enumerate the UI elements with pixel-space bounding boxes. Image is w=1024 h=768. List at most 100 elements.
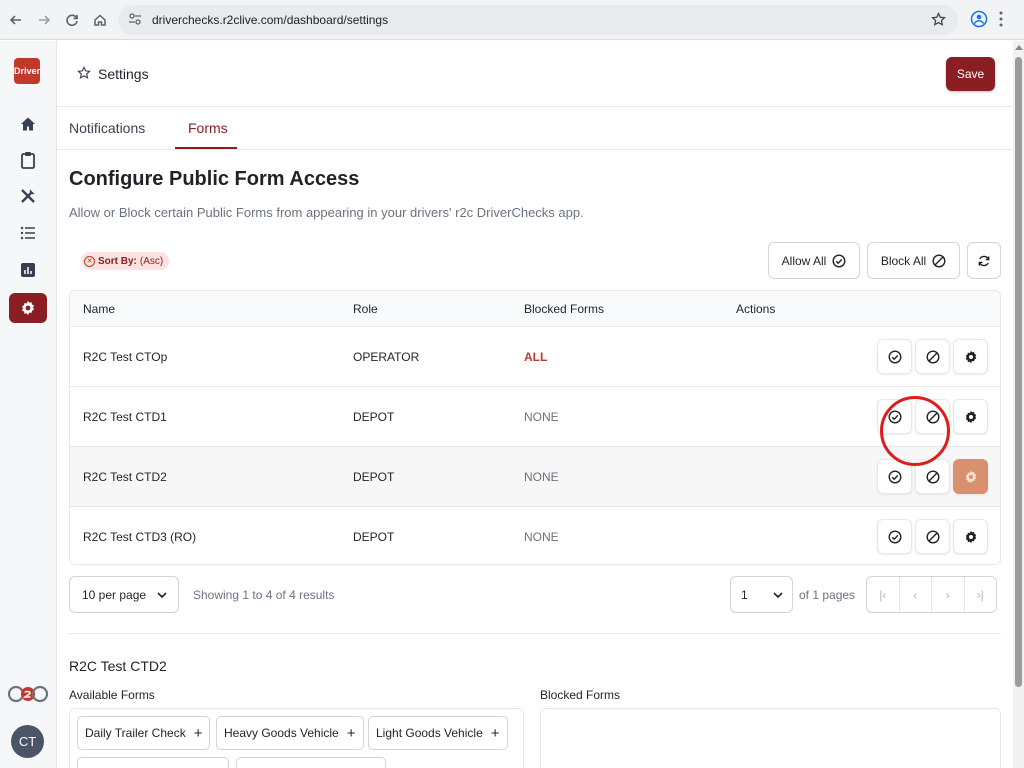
home-page-icon[interactable] [90,10,110,30]
configure-row-button[interactable] [953,519,988,554]
per-page-select[interactable]: 10 per page [69,576,179,613]
sort-value: (Asc) [139,255,164,267]
block-row-button[interactable] [915,399,950,434]
allow-all-button[interactable]: Allow All [768,242,860,279]
gear-icon [22,300,34,316]
column-header-name[interactable]: Name [83,302,115,316]
first-page-icon[interactable]: |‹ [867,577,900,612]
available-forms-label: Available Forms [69,688,155,702]
table-row: R2C Test CTD3 (RO) DEPOT NONE [70,507,1000,564]
block-icon [925,469,940,484]
address-bar[interactable]: driverchecks.r2clive.com/dashboard/setti… [118,5,958,35]
tools-icon [21,189,35,203]
row-name: R2C Test CTD1 [83,410,167,424]
sidebar-item-tools[interactable] [9,181,47,211]
users-table: Name Role Blocked Forms Actions R2C Test… [69,290,1001,565]
next-page-icon[interactable]: › [932,577,965,612]
allow-row-button[interactable] [877,459,912,494]
clear-sort-icon[interactable]: ✕ [84,255,95,267]
sort-label: Sort By: [98,255,137,267]
row-blocked-forms: NONE [524,470,559,484]
row-blocked-forms: NONE [524,530,559,544]
sidebar-item-clipboard[interactable] [9,145,47,175]
scroll-up-icon[interactable] [1015,45,1023,50]
back-icon[interactable] [6,10,26,30]
block-icon [925,529,940,544]
results-summary: Showing 1 to 4 of 4 results [193,588,335,602]
row-blocked-forms: ALL [524,350,548,364]
refresh-button[interactable] [967,242,1001,279]
form-chip-daily-trailer-check[interactable]: Daily Trailer Check + [77,716,211,750]
pager: |‹ ‹ › ›| [866,576,997,613]
plus-icon: + [193,724,203,742]
allow-row-button[interactable] [877,519,912,554]
selected-user-name: R2C Test CTD2 [69,658,167,674]
form-chip-label: Heavy Goods Vehicle [224,726,339,740]
r2c-brand-logo [7,685,49,703]
reload-icon[interactable] [62,10,82,30]
scroll-thumb[interactable] [1015,57,1022,687]
sidebar-item-list[interactable] [9,218,47,248]
form-chip-label: Daily Trailer Check [85,726,186,740]
site-info-icon[interactable] [128,12,142,31]
chevron-down-icon [157,592,167,599]
page-scrollbar[interactable] [1013,41,1024,768]
form-chip-partial[interactable] [236,757,386,768]
avatar-initials: CT [18,734,37,749]
per-page-value: 10 per page [82,587,147,602]
home-icon [21,117,35,131]
section-divider [69,633,1001,634]
block-row-button[interactable] [915,519,950,554]
page-select[interactable]: 1 [730,576,793,613]
form-chip-heavy-goods-vehicle[interactable]: Heavy Goods Vehicle + [216,716,364,750]
block-row-button[interactable] [915,339,950,374]
sidebar-item-settings[interactable] [9,293,47,323]
prev-page-icon[interactable]: ‹ [900,577,932,612]
block-row-button[interactable] [915,459,950,494]
section-description: Allow or Block certain Public Forms from… [69,205,584,220]
block-all-label: Block All [880,253,927,268]
sidebar-item-reports[interactable] [9,255,47,285]
configure-row-button[interactable] [953,339,988,374]
browser-toolbar: driverchecks.r2clive.com/dashboard/setti… [0,0,1024,40]
bookmark-star-icon[interactable] [931,11,946,32]
forward-icon[interactable] [34,10,54,30]
allow-row-button[interactable] [877,399,912,434]
tab-forms[interactable]: Forms [188,120,228,136]
row-role: OPERATOR [353,350,420,364]
plus-icon: + [490,724,500,742]
check-circle-icon [887,409,902,424]
column-header-blocked-forms[interactable]: Blocked Forms [524,302,604,316]
block-all-button[interactable]: Block All [867,242,960,279]
clipboard-icon [21,152,35,169]
tab-notifications[interactable]: Notifications [69,120,145,136]
sidebar: Driver CT [0,41,57,768]
refresh-icon [978,255,990,266]
form-chip-partial[interactable] [77,757,229,768]
app-logo-text: Driver [14,66,41,76]
check-circle-icon [887,469,902,484]
last-page-icon[interactable]: ›| [965,577,997,612]
sort-badge[interactable]: ✕ Sort By: (Asc) [81,252,170,270]
list-icon [20,226,35,240]
column-header-role[interactable]: Role [353,302,378,316]
save-button[interactable]: Save [946,57,995,91]
table-row: R2C Test CTOp OPERATOR ALL [70,327,1000,387]
favorite-star-icon[interactable] [77,65,91,85]
page-title: Settings [98,66,149,82]
plus-icon: + [346,724,356,742]
allow-row-button[interactable] [877,339,912,374]
browser-menu-icon[interactable] [998,10,1004,33]
app-logo[interactable]: Driver [14,58,40,84]
row-blocked-forms: NONE [524,410,559,424]
form-chip-light-goods-vehicle[interactable]: Light Goods Vehicle + [368,716,508,750]
block-icon [925,409,940,424]
configure-row-button[interactable] [953,399,988,434]
configure-row-button-highlighted[interactable] [953,459,988,494]
profile-icon[interactable] [970,10,988,33]
blocked-forms-label: Blocked Forms [540,688,621,702]
sidebar-item-home[interactable] [9,109,47,139]
main-content: Settings Save Notifications Forms Config… [57,41,1013,768]
check-circle-icon [887,529,902,544]
user-avatar[interactable]: CT [11,725,44,758]
